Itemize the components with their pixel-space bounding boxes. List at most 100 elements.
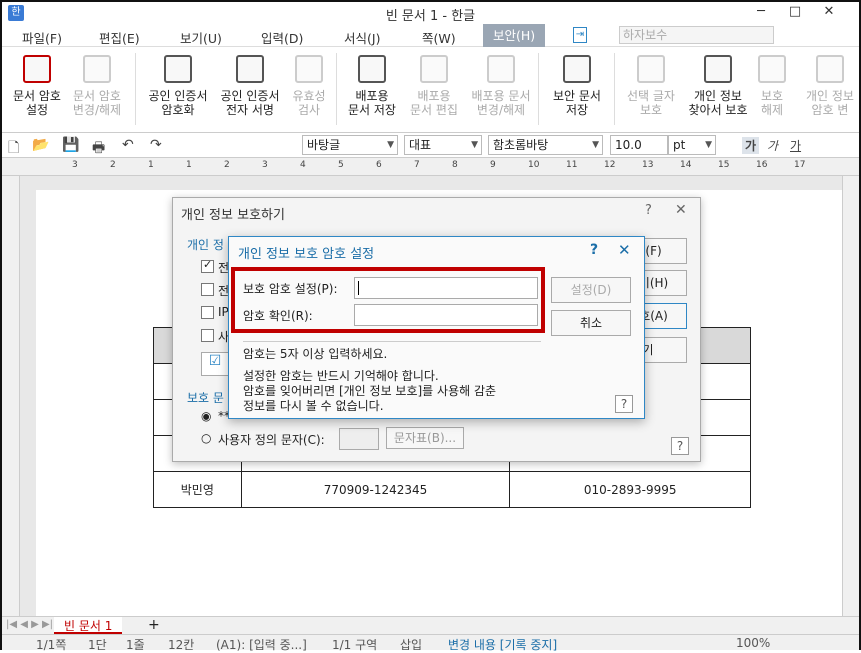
chevron-down-icon: ▼ — [471, 140, 478, 150]
checkbox[interactable] — [201, 329, 214, 342]
ruler-mark: 6 — [376, 160, 382, 170]
ruler-mark: 14 — [680, 160, 692, 170]
table-cell[interactable]: 770909-1242345 — [240, 471, 511, 508]
ruler-mark: 17 — [794, 160, 806, 170]
password-label: 보호 암호 설정(P): — [243, 282, 338, 296]
ribbon-icon — [236, 55, 264, 83]
ruler-mark: 2 — [110, 160, 116, 170]
ribbon-button-1[interactable]: 문서 암호 변경/해제 — [66, 49, 128, 129]
menu-edit[interactable]: 편집(E) — [99, 28, 140, 47]
chevron-down-icon: ▼ — [592, 140, 599, 150]
ribbon-label: 찾아서 보호 — [688, 103, 748, 117]
ribbon-button-6[interactable]: 배포용 문서 편집 — [404, 49, 464, 129]
ribbon-label: 암호화 — [161, 103, 195, 117]
vertical-scrollbar[interactable] — [842, 176, 859, 616]
set-button[interactable]: 설정(D) — [551, 277, 631, 303]
style-select[interactable]: 바탕글 ▼ — [302, 135, 398, 155]
note-text: 정보를 다시 볼 수 없습니다. — [243, 399, 384, 413]
status-col: 12칸 — [168, 638, 195, 652]
ribbon-icon — [358, 55, 386, 83]
redo-icon[interactable]: ↷ — [150, 137, 162, 153]
tab-nav-icons[interactable]: |◀ ◀ ▶ ▶| — [6, 619, 53, 630]
maximize-button[interactable]: □ — [780, 2, 810, 22]
add-tab-button[interactable]: + — [148, 617, 160, 633]
ruler-mark: 1 — [186, 160, 192, 170]
ribbon-expand-icon[interactable]: ⇥ — [573, 27, 587, 43]
menu-insert[interactable]: 입력(D) — [261, 28, 303, 47]
ruler-mark: 13 — [642, 160, 654, 170]
table-cell[interactable]: 박민영 — [153, 471, 242, 508]
help-icon[interactable]: ? — [590, 242, 598, 258]
save-icon[interactable]: 💾 — [62, 137, 79, 153]
close-button[interactable]: ✕ — [814, 2, 844, 22]
radio[interactable]: ○ — [201, 431, 211, 445]
confirm-password-input[interactable] — [354, 304, 538, 326]
language-select[interactable]: 대표 ▼ — [404, 135, 482, 155]
ribbon-label: 해제 — [760, 103, 784, 117]
ruler-mark: 12 — [604, 160, 616, 170]
ribbon-icon — [563, 55, 591, 83]
radio-selected[interactable]: ◉ — [201, 409, 211, 423]
ribbon-button-8[interactable]: 보안 문서 저장 — [542, 49, 612, 129]
charmap-button[interactable]: 문자표(B)... — [386, 427, 464, 449]
ribbon-separator — [135, 53, 136, 125]
ribbon-button-4[interactable]: 유효성 검사 — [286, 49, 332, 129]
ribbon-label: 문서 암호 — [13, 89, 61, 103]
search-input[interactable]: 하자보수 — [619, 26, 774, 44]
ribbon-button-9[interactable]: 선택 글자 보호 — [618, 49, 684, 129]
ribbon-button-7[interactable]: 배포용 문서 변경/해제 — [464, 49, 538, 129]
checkbox[interactable] — [201, 306, 214, 319]
close-icon[interactable]: ✕ — [618, 241, 631, 259]
ribbon-button-0[interactable]: 문서 암호 설정 — [6, 49, 68, 129]
menu-file[interactable]: 파일(F) — [22, 28, 62, 47]
radio-label: 사용자 정의 문자(C): — [218, 433, 325, 447]
help-icon[interactable]: ? — [671, 437, 689, 455]
unit-value: pt — [673, 138, 686, 152]
status-insert: 삽입 — [400, 638, 423, 652]
font-select[interactable]: 함초롬바탕 ▼ — [488, 135, 603, 155]
bold-button[interactable]: 가 — [742, 137, 760, 154]
ribbon-button-2[interactable]: 공인 인증서 암호화 — [142, 49, 214, 129]
menu-view[interactable]: 보기(U) — [180, 28, 222, 47]
status-section: 1단 — [88, 638, 107, 652]
password-input[interactable] — [354, 277, 538, 299]
italic-button[interactable]: 가 — [767, 137, 778, 154]
open-icon[interactable]: 📂 — [32, 137, 49, 153]
menu-page[interactable]: 쪽(W) — [422, 28, 456, 47]
confirm-label: 암호 확인(R): — [243, 309, 313, 323]
status-track[interactable]: 변경 내용 [기록 중지] — [448, 636, 557, 653]
checklist-icon[interactable]: ☑ — [201, 352, 229, 376]
undo-icon[interactable]: ↶ — [122, 137, 134, 153]
minimize-button[interactable]: ─ — [746, 2, 776, 22]
tab-document[interactable]: 빈 문서 1 — [54, 617, 123, 634]
ruler-mark: 3 — [262, 160, 268, 170]
menu-security[interactable]: 보안(H) — [483, 24, 546, 47]
ribbon-icon — [23, 55, 51, 83]
ribbon-icon — [816, 55, 844, 83]
chevron-down-icon: ▼ — [387, 140, 394, 150]
ribbon-button-11[interactable]: 보호 해제 — [754, 49, 790, 129]
hint-text: 암호는 5자 이상 입력하세요. — [243, 347, 388, 361]
ribbon-label: 저장 — [565, 103, 589, 117]
help-icon[interactable]: ? — [645, 203, 652, 218]
menu-format[interactable]: 서식(J) — [344, 28, 380, 47]
ribbon-label: 개인 정보 — [806, 89, 854, 103]
zoom-value[interactable]: 100% — [736, 636, 770, 650]
unit-select[interactable]: pt ▼ — [668, 135, 716, 155]
custom-char-input[interactable] — [339, 428, 379, 450]
checkbox[interactable] — [201, 283, 214, 296]
toolbar: 🗋 📂 💾 🖶 ↶ ↷ 바탕글 ▼ 대표 ▼ 함초롬바탕 ▼ 10.0 pt ▼ 가 가… — [2, 133, 859, 158]
close-icon[interactable]: ✕ — [675, 202, 687, 218]
cancel-button[interactable]: 취소 — [551, 310, 631, 336]
ribbon-button-3[interactable]: 공인 인증서 전자 서명 — [214, 49, 286, 129]
underline-button[interactable]: 가 — [790, 137, 801, 154]
ribbon-button-10[interactable]: 개인 정보 찾아서 보호 — [684, 49, 752, 129]
table-cell[interactable]: 010-2893-9995 — [509, 471, 751, 508]
ribbon-button-12[interactable]: 개인 정보 암호 변 — [800, 49, 860, 129]
password-dialog: 개인 정보 보호 암호 설정 ? ✕ 보호 암호 설정(P): 암호 확인(R)… — [228, 236, 645, 419]
help-icon[interactable]: ? — [615, 395, 633, 413]
checkbox-checked[interactable]: ✓ — [201, 258, 214, 273]
font-size-input[interactable]: 10.0 — [610, 135, 668, 155]
ribbon-icon — [164, 55, 192, 83]
ribbon-button-5[interactable]: 배포용 문서 저장 — [340, 49, 404, 129]
